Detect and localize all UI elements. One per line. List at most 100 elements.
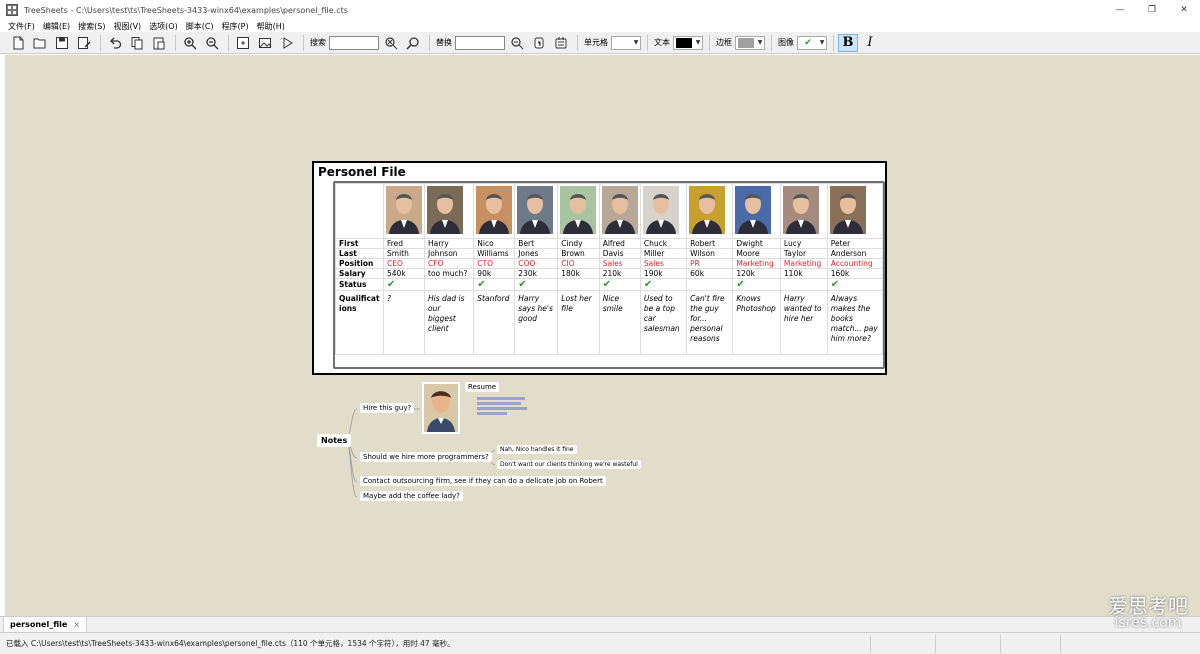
replace-all-icon[interactable] — [551, 34, 571, 52]
last-cell[interactable]: Taylor — [779, 248, 828, 259]
search-icon[interactable] — [403, 34, 423, 52]
bold-button[interactable]: B — [838, 33, 858, 52]
last-cell[interactable]: Jones — [514, 248, 559, 259]
first-cell[interactable]: Dwight — [732, 238, 781, 249]
open-folder-icon[interactable] — [30, 34, 50, 52]
row-label[interactable]: Position — [335, 258, 384, 269]
row-label[interactable]: Salary — [335, 268, 384, 279]
image-icon[interactable] — [255, 34, 275, 52]
status-cell[interactable] — [557, 278, 600, 291]
qual-cell[interactable]: His dad is our biggest client — [423, 290, 475, 355]
position-cell[interactable]: Marketing — [779, 258, 828, 269]
menu-search[interactable]: 搜索(S) — [74, 21, 109, 32]
menu-view[interactable]: 视图(V) — [109, 21, 145, 32]
last-cell[interactable]: Smith — [383, 248, 425, 259]
qual-cell[interactable]: ? — [383, 290, 425, 355]
new-file-icon[interactable] — [8, 34, 28, 52]
salary-cell[interactable]: 210k — [598, 268, 641, 279]
zoom-in-icon[interactable] — [180, 34, 200, 52]
position-cell[interactable]: CTO — [473, 258, 516, 269]
qual-cell[interactable]: Used to be a top car salesman — [639, 290, 688, 355]
position-cell[interactable]: CEO — [383, 258, 425, 269]
qual-cell[interactable]: Harry says he's good — [514, 290, 559, 355]
menu-edit[interactable]: 编辑(E) — [39, 21, 74, 32]
photo-cell[interactable] — [732, 183, 781, 239]
status-cell[interactable] — [779, 278, 828, 291]
photo-cell[interactable] — [826, 183, 883, 239]
position-cell[interactable]: CIO — [557, 258, 600, 269]
replace-once-icon[interactable] — [529, 34, 549, 52]
resume-photo[interactable] — [422, 382, 460, 434]
position-cell[interactable]: Marketing — [732, 258, 781, 269]
personel-file-grid[interactable]: Personel File First Fred Harry Nico Bert Cind… — [312, 161, 887, 375]
salary-cell[interactable]: 190k — [639, 268, 688, 279]
salary-cell[interactable]: 110k — [779, 268, 828, 279]
close-tab-icon[interactable]: × — [73, 620, 80, 629]
menu-program[interactable]: 程序(P) — [218, 21, 253, 32]
new-grid-icon[interactable] — [233, 34, 253, 52]
last-cell[interactable]: Moore — [732, 248, 781, 259]
minimize-button[interactable]: — — [1104, 0, 1136, 20]
status-cell[interactable] — [686, 278, 734, 291]
status-cell[interactable]: ✔ — [598, 278, 641, 291]
search-input[interactable] — [329, 35, 379, 50]
position-cell[interactable]: Sales — [639, 258, 688, 269]
status-cell[interactable]: ✔ — [639, 278, 688, 291]
last-cell[interactable]: Davis — [598, 248, 641, 259]
qual-cell[interactable]: Lost her file — [557, 290, 600, 355]
first-cell[interactable]: Alfred — [598, 238, 641, 249]
photo-cell[interactable] — [383, 183, 425, 239]
first-cell[interactable]: Nico — [473, 238, 516, 249]
coffee-node[interactable]: Maybe add the coffee lady? — [360, 491, 463, 501]
salary-cell[interactable]: 120k — [732, 268, 781, 279]
nah-node[interactable]: Nah, Nico handles it fine — [497, 445, 577, 454]
position-cell[interactable]: PR — [686, 258, 734, 269]
position-cell[interactable]: CFO — [423, 258, 475, 269]
salary-cell[interactable]: 60k — [686, 268, 734, 279]
zoom-out-icon[interactable] — [202, 34, 222, 52]
qual-cell[interactable]: Stanford — [473, 290, 516, 355]
qual-cell[interactable]: Harry wanted to hire her — [779, 290, 828, 355]
hire-node[interactable]: Hire this guy? — [360, 403, 415, 413]
photo-cell[interactable] — [423, 183, 475, 239]
position-cell[interactable]: COO — [514, 258, 559, 269]
first-cell[interactable]: Lucy — [779, 238, 828, 249]
row-label[interactable]: Last — [335, 248, 384, 259]
corner-cell[interactable] — [335, 183, 384, 239]
maximize-button[interactable]: ❐ — [1136, 0, 1168, 20]
image-dropdown[interactable]: ✔ ▼ — [797, 35, 827, 50]
photo-cell[interactable] — [639, 183, 688, 239]
salary-cell[interactable]: 180k — [557, 268, 600, 279]
photo-cell[interactable] — [686, 183, 734, 239]
replace-icon[interactable] — [507, 34, 527, 52]
resume-node[interactable]: Resume — [465, 382, 500, 392]
last-cell[interactable]: Wilson — [686, 248, 734, 259]
outsourcing-node[interactable]: Contact outsourcing firm, see if they ca… — [360, 476, 606, 486]
qual-cell[interactable]: Can't fire the guy for... personal reaso… — [686, 290, 734, 355]
status-cell[interactable]: ✔ — [514, 278, 559, 291]
status-cell[interactable] — [423, 278, 475, 291]
status-cell[interactable]: ✔ — [732, 278, 781, 291]
first-cell[interactable]: Chuck — [639, 238, 688, 249]
text-color-dropdown[interactable]: ▼ — [673, 35, 703, 50]
notes-root-node[interactable]: Notes — [317, 434, 352, 447]
clear-search-icon[interactable] — [381, 34, 401, 52]
salary-cell[interactable]: 540k — [383, 268, 425, 279]
border-color-dropdown[interactable]: ▼ — [735, 35, 765, 50]
first-cell[interactable]: Peter — [826, 238, 883, 249]
first-cell[interactable]: Harry — [423, 238, 475, 249]
photo-cell[interactable] — [598, 183, 641, 239]
qual-cell[interactable]: Always makes the books match... pay him … — [826, 290, 883, 355]
wasteful-node[interactable]: Don't want our clients thinking we're wa… — [497, 460, 641, 469]
tab-personel-file[interactable]: personel_file × — [3, 617, 88, 633]
status-cell[interactable]: ✔ — [473, 278, 516, 291]
photo-cell[interactable] — [514, 183, 559, 239]
salary-cell[interactable]: 90k — [473, 268, 516, 279]
photo-cell[interactable] — [779, 183, 828, 239]
replace-input[interactable] — [455, 35, 505, 50]
last-cell[interactable]: Miller — [639, 248, 688, 259]
programmers-node[interactable]: Should we hire more programmers? — [360, 452, 492, 462]
grid-title[interactable]: Personel File — [318, 165, 406, 179]
qual-cell[interactable]: Knows Photoshop — [732, 290, 781, 355]
save-icon[interactable] — [52, 34, 72, 52]
